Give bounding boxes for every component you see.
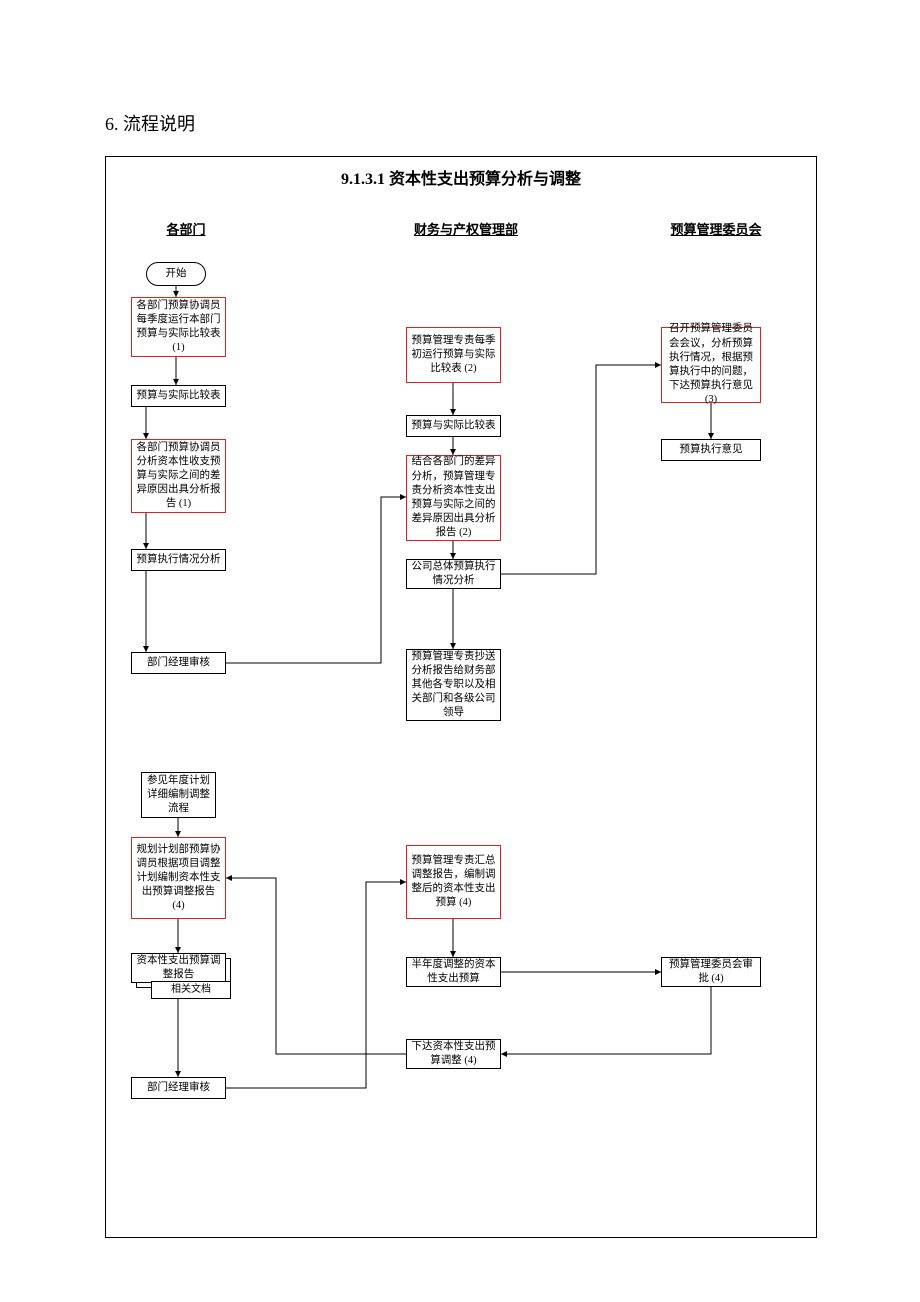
node-cap-adj-rpt: 资本性支出预算调整报告	[131, 953, 226, 983]
lane-header-committee: 预算管理委员会	[646, 219, 786, 238]
node-ref-annual: 参见年度计划详细编制调整流程	[141, 772, 216, 818]
node-half-adj: 半年度调整的资本性支出预算	[406, 957, 501, 987]
node-rel-docs: 相关文档	[151, 981, 231, 999]
node-dept-variance: 各部门预算协调员分析资本性收支预算与实际之间的差异原因出具分析报告 (1)	[131, 439, 226, 513]
node-fin-variance: 结合各部门的差异分析，预算管理专责分析资本性支出预算与实际之间的差异原因出具分析…	[406, 455, 501, 541]
node-com-appr: 预算管理委员会审批 (4)	[661, 957, 761, 987]
diagram-title: 9.1.3.1 资本性支出预算分析与调整	[106, 157, 816, 193]
lane-header-finance: 财务与产权管理部	[386, 219, 546, 238]
node-issue-adj: 下达资本性支出预算调整 (4)	[406, 1039, 501, 1069]
node-dept-exec: 预算执行情况分析	[131, 549, 226, 571]
node-start: 开始	[146, 262, 206, 286]
node-fin-sum: 预算管理专责汇总调整报告，编制调整后的资本性支出预算 (4)	[406, 845, 501, 919]
node-plan-adj: 规划计划部预算协调员根据项目调整计划编制资本性支出预算调整报告 (4)	[131, 837, 226, 919]
node-dept-mgr2: 部门经理审核	[131, 1077, 226, 1099]
node-send-rpt: 预算管理专责抄送分析报告给财务部其他各专职以及相关部门和各级公司领导	[406, 649, 501, 721]
lane-header-dept: 各部门	[136, 219, 236, 238]
node-co-exec: 公司总体预算执行情况分析	[406, 559, 501, 589]
node-fin-quarterly: 预算管理专责每季初运行预算与实际比较表 (2)	[406, 327, 501, 383]
node-dept-compare: 预算与实际比较表	[131, 385, 226, 407]
node-exec-op: 预算执行意见	[661, 439, 761, 461]
section-title: 6. 流程说明	[105, 110, 815, 136]
node-dept-quarterly: 各部门预算协调员每季度运行本部门预算与实际比较表 (1)	[131, 297, 226, 357]
flowchart-diagram: 9.1.3.1 资本性支出预算分析与调整 各部门 财务与产权管理部 预算管理委员…	[105, 156, 817, 1238]
node-fin-compare: 预算与实际比较表	[406, 415, 501, 437]
node-dept-mgr: 部门经理审核	[131, 652, 226, 674]
node-com-meet: 召开预算管理委员会会议，分析预算执行情况，根据预算执行中的问题，下达预算执行意见…	[661, 327, 761, 403]
